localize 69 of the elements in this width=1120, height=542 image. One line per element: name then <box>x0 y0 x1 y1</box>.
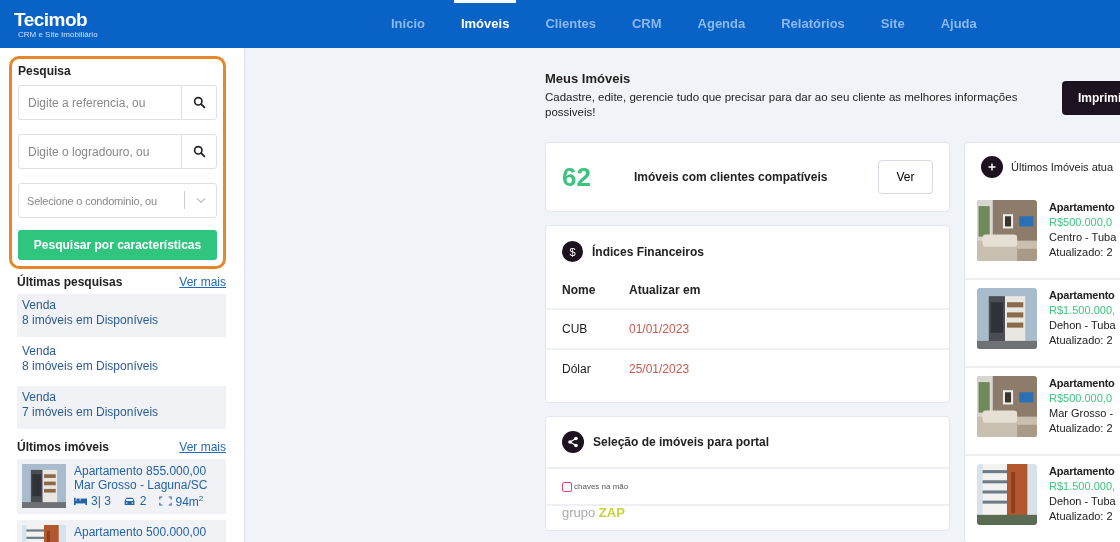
print-button[interactable]: Imprimi <box>1062 81 1120 115</box>
property-price: R$500.000,0 <box>1049 215 1113 230</box>
area-icon <box>158 495 172 506</box>
property-type: Apartamento <box>1049 464 1116 479</box>
see-more-link[interactable]: Ver mais <box>179 440 226 454</box>
property-price: R$1.500.000, <box>1049 303 1116 318</box>
property-item[interactable]: Apartamento 500.000,00 <box>17 520 226 542</box>
recent-search-item[interactable]: Venda 8 imóveis em Disponíveis <box>17 340 226 383</box>
property-item[interactable]: Apartamento 855.000,00 Mar Grosso - Laguna/SC 3| 3 2 94m$^{2}$ <box>17 459 226 514</box>
property-type: Apartamento <box>1049 376 1115 391</box>
property-location: Mar Grosso - <box>1049 406 1115 421</box>
logo[interactable]: Tecimob <box>14 9 88 30</box>
table-cell: 25/01/2023 <box>629 362 690 376</box>
column-header: Atualizar em <box>629 283 701 297</box>
plus-icon <box>981 156 1003 178</box>
table-cell: 01/01/2023 <box>629 322 690 336</box>
area-value: 94m$^{2}$ <box>175 493 204 509</box>
car-icon <box>122 495 136 506</box>
card-title: Índices Financeiros <box>592 244 705 259</box>
search-button[interactable] <box>181 85 217 120</box>
match-label: Imóveis com clientes compatíveis <box>634 170 829 184</box>
page-title: Meus Imóveis <box>545 71 632 86</box>
recent-search-item[interactable]: Venda 7 imóveis em Disponíveis <box>17 386 226 429</box>
property-location: Dehon - Tuba <box>1049 318 1116 333</box>
search-icon <box>192 96 206 109</box>
bedroom-count: 3| 3 <box>91 493 111 508</box>
portal-logo[interactable]: chaves na mão <box>562 481 629 492</box>
property-type: Apartamento <box>1049 288 1116 303</box>
column-header: Nome <box>562 283 597 297</box>
card-title: Últimos Imóveis atua <box>1011 161 1114 173</box>
search-icon <box>192 145 206 158</box>
recent-search-item[interactable]: Venda 8 imóveis em Disponíveis <box>17 294 226 337</box>
property-price: R$500.000,0 <box>1049 391 1113 406</box>
dollar-icon: $ <box>562 241 583 262</box>
updated-property-item[interactable]: Apartamento R$1.500.000, Dehon - Tuba Atualizado: 2 <box>965 454 1120 542</box>
search-title: Pesquisa <box>18 64 72 78</box>
updated-date: Atualizado: 2 <box>1049 333 1114 348</box>
property-price: R$1.500.000, <box>1049 479 1116 494</box>
card-title: Seleção de imóveis para portal <box>593 435 770 449</box>
garage-count: 2 <box>139 493 147 508</box>
page-description: Cadastre, edite, gerencie tudo que precisar para dar ao seu cliente as melhores informações possiveis! <box>545 90 1019 120</box>
property-location: Dehon - Tuba <box>1049 494 1116 509</box>
updated-date: Atualizado: 2 <box>1049 509 1114 524</box>
search-button[interactable] <box>181 134 217 169</box>
updated-property-item[interactable]: Apartamento R$500.000,0 Centro - Tuba Atualizado: 2 <box>965 192 1120 278</box>
logo-tagline: CRM e Site Imobiliário <box>18 29 98 39</box>
updated-date: Atualizado: 2 <box>1049 245 1114 260</box>
chevron-down-icon <box>195 195 207 205</box>
property-title: Apartamento 500.000,00 <box>74 525 207 539</box>
table-cell-text: Dólar <box>562 362 592 376</box>
condominium-select[interactable]: Selecione o condominio, ou <box>18 183 217 218</box>
view-button[interactable]: Ver <box>878 160 933 194</box>
section-title: Últimas pesquisas <box>17 275 123 289</box>
updated-date: Atualizado: 2 <box>1049 421 1114 436</box>
property-location: Centro - Tuba <box>1049 230 1117 245</box>
property-title: Apartamento 855.000,00 <box>74 464 208 478</box>
updated-property-item[interactable]: Apartamento R$1.500.000, Dehon - Tuba Atualizado: 2 <box>965 278 1120 366</box>
bed-icon <box>74 495 87 506</box>
match-count: 62 <box>562 161 592 193</box>
property-type: Apartamento <box>1049 200 1116 215</box>
table-cell-text: CUB <box>562 322 589 336</box>
property-location: Mar Grosso - Laguna/SC <box>74 478 209 492</box>
street-search-field[interactable]: Digite o logradouro, ou <box>18 134 181 169</box>
nav-tab[interactable]: Imóveis <box>453 0 517 48</box>
reference-search-field[interactable]: Digite a referencia, ou <box>18 85 181 120</box>
see-more-link[interactable]: Ver mais <box>179 275 226 289</box>
section-title: Últimos imóveis <box>17 440 110 454</box>
share-icon <box>562 431 584 453</box>
updated-property-item[interactable]: Apartamento R$500.000,0 Mar Grosso - Atualizado: 2 <box>965 366 1120 454</box>
